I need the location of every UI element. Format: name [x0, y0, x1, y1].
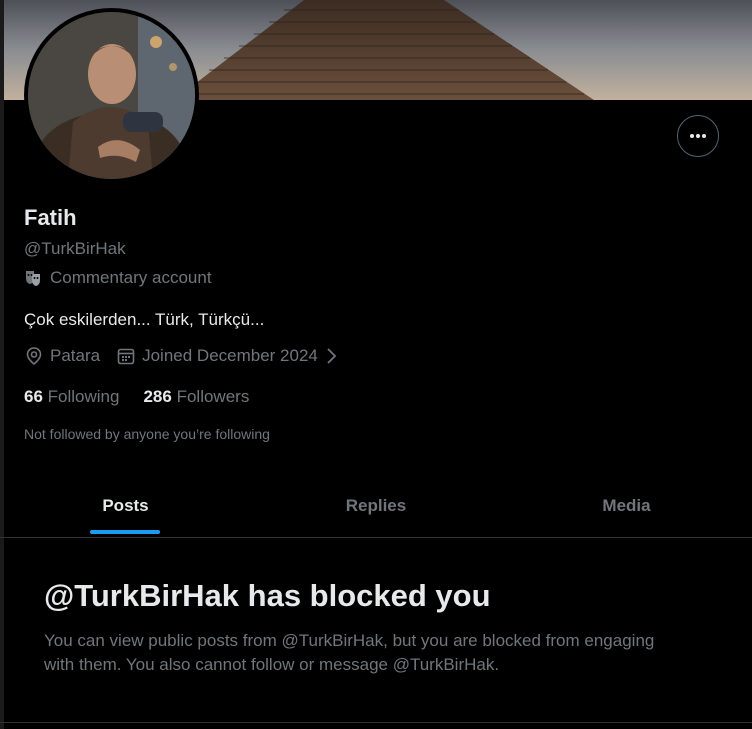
display-name: Fatih: [24, 205, 77, 230]
followers-link[interactable]: 286 Followers: [143, 387, 249, 407]
followers-count: 286: [143, 387, 172, 406]
bottom-divider: [0, 722, 752, 723]
chevron-right-icon[interactable]: [324, 346, 340, 366]
join-date[interactable]: Joined December 2024: [116, 346, 318, 366]
bio: Çok eskilerden... Türk, Türkçü...: [24, 310, 265, 329]
commentary-label[interactable]: Commentary account: [24, 268, 212, 288]
following-label: Following: [47, 387, 120, 406]
more-horizontal-icon: [690, 134, 706, 138]
followers-label: Followers: [176, 387, 250, 406]
avatar[interactable]: [24, 8, 199, 183]
more-options-button[interactable]: [677, 115, 719, 157]
tab-media[interactable]: Media: [501, 474, 752, 537]
commentary-label-text: Commentary account: [50, 268, 212, 287]
user-handle: @TurkBirHak: [24, 239, 126, 258]
tab-posts[interactable]: Posts: [0, 474, 251, 537]
profile-meta: Patara Joined December 2024: [24, 346, 340, 366]
active-tab-indicator: [90, 530, 160, 534]
following-link[interactable]: 66 Following: [24, 387, 119, 407]
following-count: 66: [24, 387, 43, 406]
blocked-title: @TurkBirHak has blocked you: [44, 578, 491, 613]
commentary-mask-icon: [26, 271, 40, 286]
follow-stats: 66 Following 286 Followers: [24, 387, 249, 407]
join-date-text: Joined December 2024: [142, 346, 318, 365]
location-text: Patara: [50, 346, 101, 365]
location-pin-icon: [26, 347, 42, 366]
not-followed-notice: Not followed by anyone you’re following: [24, 426, 270, 442]
left-rail: [0, 0, 4, 729]
calendar-icon: [117, 348, 135, 365]
profile-page: Fatih @TurkBirHak Commentary account Çok…: [0, 0, 752, 729]
avatar-photo: [28, 12, 195, 179]
profile-tabs: Posts Replies Media: [0, 474, 752, 538]
blocked-description: You can view public posts from @TurkBirH…: [44, 631, 655, 674]
tab-replies[interactable]: Replies: [251, 474, 501, 537]
location: Patara: [24, 346, 100, 366]
